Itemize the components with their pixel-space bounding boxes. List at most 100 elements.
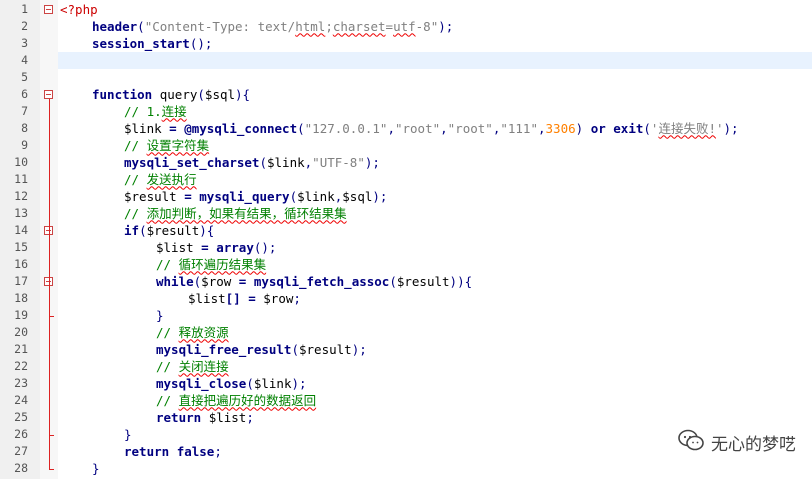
- code-token: @: [184, 120, 192, 136]
- code-area[interactable]: <?php header("Content-Type: text/html;cha…: [58, 0, 812, 479]
- code-token: while: [156, 273, 194, 289]
- code-token: mysqli_free_result: [156, 341, 292, 357]
- code-line[interactable]: header("Content-Type: text/html;charset=…: [58, 18, 812, 35]
- code-line[interactable]: // 循环遍历结果集: [58, 256, 812, 273]
- code-token: 循环遍历结果集: [178, 256, 267, 272]
- code-token: //: [156, 324, 179, 340]
- code-token: (: [297, 120, 305, 136]
- code-token: ();: [253, 239, 277, 255]
- code-token: mysqli_set_charset: [124, 154, 260, 170]
- line-number: 27: [14, 443, 28, 458]
- code-line[interactable]: function query($sql){: [58, 86, 812, 103]
- code-token: mysqli_fetch_assoc: [253, 273, 390, 289]
- code-token: exit: [613, 120, 644, 136]
- code-line[interactable]: // 发送执行: [58, 171, 812, 188]
- code-token: )){: [449, 273, 473, 289]
- code-token: function: [92, 86, 153, 102]
- code-token: (: [259, 154, 267, 170]
- code-token: ): [575, 120, 591, 136]
- code-token: );: [438, 18, 454, 34]
- code-line[interactable]: while($row = mysqli_fetch_assoc($result)…: [58, 273, 812, 290]
- code-line[interactable]: // 直接把遍历好的数据返回: [58, 392, 812, 409]
- line-number: 13: [14, 205, 28, 220]
- code-line[interactable]: // 1.连接: [58, 103, 812, 120]
- code-line[interactable]: mysqli_close($link);: [58, 375, 812, 392]
- line-number: 28: [14, 460, 28, 475]
- code-line[interactable]: $list[] = $row;: [58, 290, 812, 307]
- code-token: 连接: [161, 103, 187, 119]
- code-line[interactable]: // 释放资源: [58, 324, 812, 341]
- code-line[interactable]: mysqli_free_result($result);: [58, 341, 812, 358]
- line-number: 16: [14, 256, 28, 271]
- code-token: html: [295, 18, 326, 34]
- line-number: 25: [14, 409, 28, 424]
- line-number: 21: [14, 341, 28, 356]
- line-number: 14: [14, 222, 28, 237]
- code-token: mysqli_connect: [191, 120, 298, 136]
- code-token: ,: [387, 120, 395, 136]
- code-token: $sql: [204, 86, 236, 102]
- code-token: //: [124, 205, 147, 221]
- code-token: ){: [199, 222, 215, 238]
- line-number: 6: [21, 86, 28, 101]
- line-number: 1: [21, 1, 28, 16]
- code-token: 关闭连接: [178, 358, 229, 374]
- code-token: return: [156, 409, 202, 425]
- line-number: 5: [21, 69, 28, 84]
- code-line[interactable]: if($result){: [58, 222, 812, 239]
- code-token: ,: [537, 120, 546, 136]
- code-line[interactable]: $link = @mysqli_connect("127.0.0.1","roo…: [58, 120, 812, 137]
- code-token: (: [643, 120, 651, 136]
- line-number: 17: [14, 273, 28, 288]
- code-line[interactable]: session_start();: [58, 35, 812, 52]
- code-token: $list: [188, 290, 226, 306]
- code-token: return: [124, 443, 170, 459]
- watermark: 无心的梦呓: [677, 428, 796, 457]
- fold-toggle-icon[interactable]: [44, 4, 53, 14]
- code-token: or: [590, 120, 606, 136]
- code-token: $list: [156, 239, 194, 255]
- code-token: $result: [299, 341, 352, 357]
- code-token: "Content-Type: text/: [144, 18, 296, 34]
- line-number: 10: [14, 154, 28, 169]
- code-token: 连接失败!: [658, 120, 716, 136]
- code-editor[interactable]: 1 2 3 4 5 6 7 8 9 10 11 12 13 14 15 16 17 18 19 20 21 22 23 24 2…: [0, 0, 812, 479]
- fold-toggle-icon[interactable]: [44, 89, 53, 99]
- code-token: (: [289, 188, 298, 204]
- code-token: [] =: [225, 290, 264, 306]
- code-line[interactable]: $list = array();: [58, 239, 812, 256]
- code-token: -8": [415, 18, 439, 34]
- code-line[interactable]: [58, 69, 812, 86]
- code-line[interactable]: $result = mysqli_query($link,$sql);: [58, 188, 812, 205]
- code-token: ){: [235, 86, 251, 102]
- code-token: 发送执行: [146, 171, 197, 187]
- code-token: =: [231, 273, 254, 289]
- code-token: }: [92, 460, 100, 476]
- code-line[interactable]: }: [58, 460, 812, 477]
- code-token: $result: [124, 188, 177, 204]
- line-number: 22: [14, 358, 28, 373]
- code-token: );: [291, 375, 307, 391]
- code-token: (: [139, 222, 147, 238]
- code-line[interactable]: [58, 51, 812, 69]
- code-token: (: [137, 18, 145, 34]
- code-line[interactable]: <?php: [58, 1, 812, 18]
- fold-end-marker: [49, 468, 54, 470]
- fold-range-line: [49, 98, 50, 469]
- watermark-text: 无心的梦呓: [711, 435, 796, 455]
- line-number: 2: [21, 18, 28, 33]
- code-line[interactable]: // 设置字符集: [58, 137, 812, 154]
- code-token: =: [176, 188, 200, 204]
- code-token: 释放资源: [178, 324, 229, 340]
- code-line[interactable]: // 关闭连接: [58, 358, 812, 375]
- code-line[interactable]: // 添加判断，如果有结果，循环结果集: [58, 205, 812, 222]
- line-number: 12: [14, 188, 28, 203]
- code-line[interactable]: mysqli_set_charset($link,"UTF-8");: [58, 154, 812, 171]
- code-line[interactable]: }: [58, 307, 812, 324]
- line-number: 15: [14, 239, 28, 254]
- line-number: 18: [14, 290, 28, 305]
- code-line[interactable]: return $list;: [58, 409, 812, 426]
- code-token: );: [723, 120, 739, 136]
- line-number: 9: [21, 137, 28, 152]
